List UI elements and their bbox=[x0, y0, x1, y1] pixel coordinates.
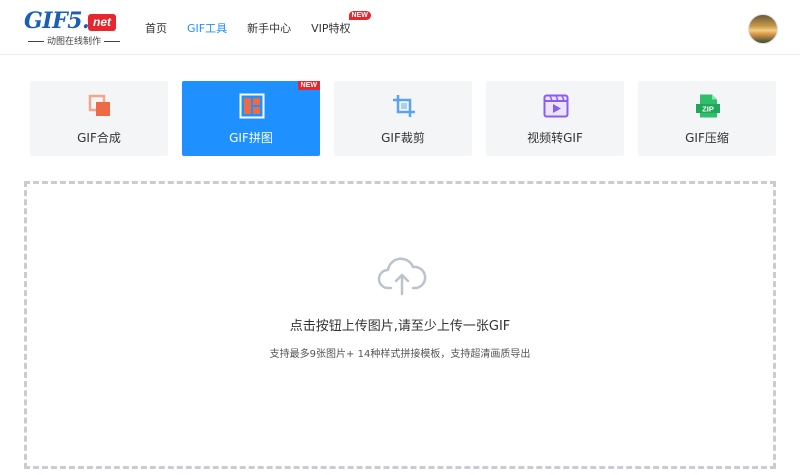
user-avatar[interactable] bbox=[748, 14, 778, 44]
main-nav: 首页 GIF工具 新手中心 VIP特权 NEW bbox=[145, 0, 371, 55]
tool-label: GIF裁剪 bbox=[381, 131, 425, 145]
new-badge: NEW bbox=[297, 81, 320, 90]
logo-subtitle: 动图在线制作 bbox=[24, 34, 124, 47]
logo-text: GIF5. bbox=[24, 8, 90, 34]
nav-beginner-center[interactable]: 新手中心 bbox=[247, 20, 291, 36]
site-logo[interactable]: GIF5. net 动图在线制作 bbox=[24, 8, 124, 47]
tool-gif-crop[interactable]: GIF裁剪 bbox=[334, 81, 472, 156]
nav-vip[interactable]: VIP特权 NEW bbox=[311, 10, 371, 36]
tool-list: GIF合成 GIF拼图 NEW GIF裁剪 视频转GIF ZIP GIF压缩 bbox=[30, 81, 776, 156]
cloud-upload-icon bbox=[377, 257, 427, 296]
zip-icon-label: ZIP bbox=[702, 104, 714, 113]
tool-label: GIF合成 bbox=[77, 131, 121, 145]
merge-icon bbox=[88, 94, 110, 116]
upload-title: 点击按钮上传图片,请至少上传一张GIF bbox=[289, 319, 511, 334]
new-badge: NEW bbox=[348, 10, 371, 20]
tool-label: GIF压缩 bbox=[685, 131, 729, 145]
tool-gif-merge[interactable]: GIF合成 bbox=[30, 81, 168, 156]
zip-icon: ZIP bbox=[696, 94, 720, 118]
site-header: GIF5. net 动图在线制作 首页 GIF工具 新手中心 VIP特权 NEW bbox=[0, 0, 800, 55]
logo-badge: net bbox=[88, 14, 116, 31]
collage-icon bbox=[239, 93, 265, 119]
tool-label: GIF拼图 bbox=[229, 131, 273, 145]
upload-dropzone[interactable]: 点击按钮上传图片,请至少上传一张GIF 支持最多9张图片+ 14种样式拼接模板，… bbox=[24, 181, 776, 469]
tool-label: 视频转GIF bbox=[527, 131, 583, 145]
video-icon bbox=[543, 94, 569, 118]
nav-home[interactable]: 首页 bbox=[145, 20, 167, 36]
nav-gif-tools[interactable]: GIF工具 bbox=[187, 20, 227, 36]
tool-video-to-gif[interactable]: 视频转GIF bbox=[486, 81, 624, 156]
upload-subtitle: 支持最多9张图片+ 14种样式拼接模板，支持超清画质导出 bbox=[269, 349, 531, 360]
tool-gif-collage[interactable]: GIF拼图 NEW bbox=[182, 81, 320, 156]
nav-vip-label: VIP特权 bbox=[311, 21, 351, 35]
tool-gif-compress[interactable]: ZIP GIF压缩 bbox=[638, 81, 776, 156]
crop-icon bbox=[393, 95, 415, 117]
